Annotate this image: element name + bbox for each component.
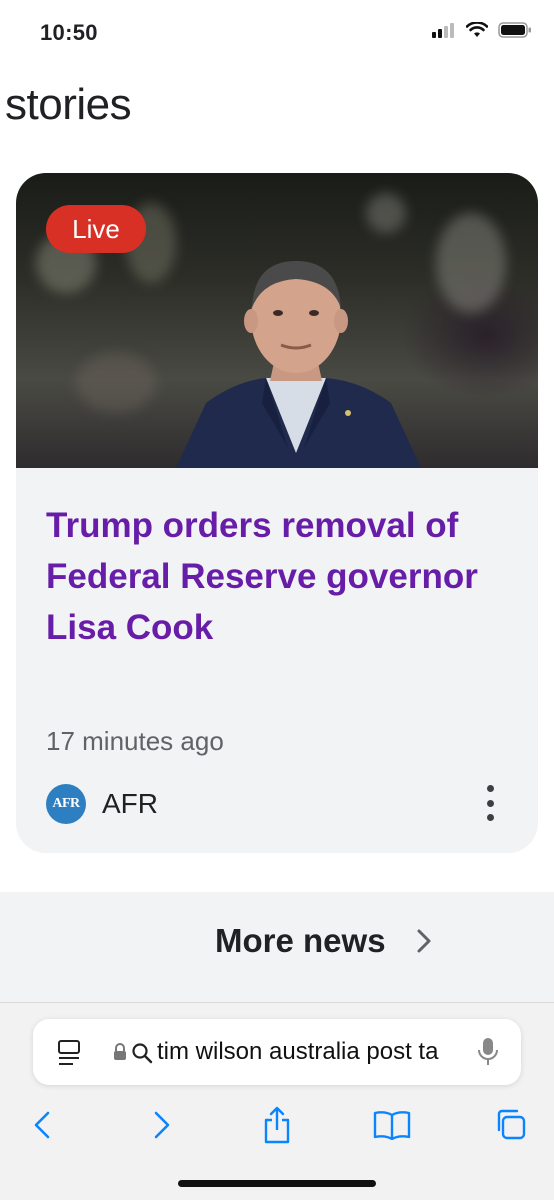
browser-toolbar (0, 1103, 554, 1147)
news-photo-person (176, 261, 421, 468)
search-icon (132, 1043, 153, 1064)
more-news-section: More news (0, 892, 554, 1002)
book-icon (373, 1111, 411, 1140)
forward-button[interactable] (140, 1103, 184, 1147)
lock-icon (114, 1043, 126, 1060)
source-name: AFR (102, 788, 158, 819)
share-button[interactable] (255, 1103, 299, 1147)
story-image[interactable]: Live (16, 173, 538, 468)
more-news-button[interactable]: More news (215, 922, 432, 960)
chevron-left-icon (34, 1111, 50, 1139)
status-bar: 10:50 (0, 0, 554, 64)
chevron-right-icon (154, 1111, 170, 1139)
bookmarks-button[interactable] (370, 1103, 414, 1147)
story-headline[interactable]: Trump orders removal of Federal Reserve … (46, 500, 516, 653)
tabs-icon (497, 1109, 526, 1140)
story-source: AFR AFR (46, 784, 158, 824)
battery-icon (498, 22, 531, 38)
source-logo: AFR (46, 784, 86, 824)
chevron-right-icon (417, 929, 431, 953)
tabs-button[interactable] (488, 1103, 532, 1147)
cellular-signal-icon (432, 23, 454, 38)
wifi-icon (466, 22, 488, 37)
microphone-icon[interactable] (477, 1037, 499, 1067)
section-title: stories (5, 80, 132, 129)
story-timestamp: 17 minutes ago (46, 726, 224, 756)
address-bar[interactable]: tim wilson australia post ta (33, 1019, 521, 1085)
url-text[interactable]: tim wilson australia post ta (157, 1038, 483, 1066)
more-news-label: More news (215, 922, 386, 959)
back-button[interactable] (20, 1103, 64, 1147)
story-card[interactable]: Live Trump orders removal of Federal Res… (16, 173, 538, 853)
live-badge: Live (46, 205, 146, 253)
share-icon (264, 1106, 290, 1144)
status-time: 10:50 (40, 20, 98, 45)
home-indicator (178, 1180, 376, 1187)
page-menu-icon[interactable] (57, 1039, 83, 1067)
status-icons (432, 22, 532, 38)
browser-chrome: tim wilson australia post ta (0, 1002, 554, 1200)
more-options-icon[interactable] (482, 785, 498, 821)
